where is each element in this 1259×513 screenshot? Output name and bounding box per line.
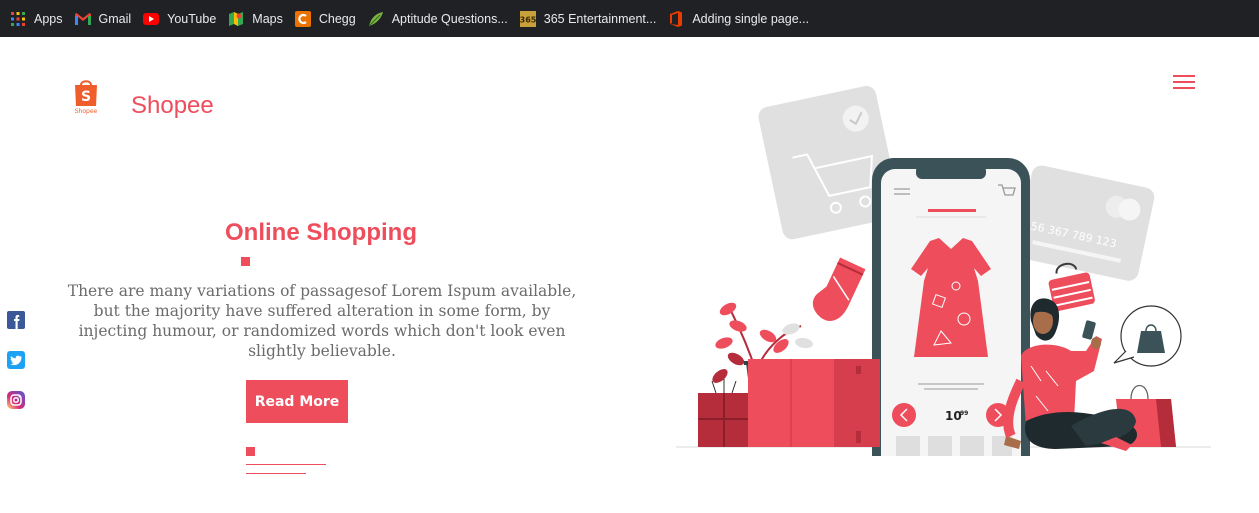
twitter-icon[interactable] (7, 351, 25, 369)
bookmark-aptitude[interactable]: Aptitude Questions... (364, 5, 516, 33)
bookmark-label: Chegg (318, 11, 356, 26)
gmail-icon (74, 11, 91, 27)
leaf-icon (368, 11, 384, 27)
bookmark-label: Maps (252, 11, 283, 26)
bookmark-youtube[interactable]: YouTube (139, 5, 224, 33)
office-icon (668, 10, 684, 27)
shopping-illustration: 56 367 789 123 10 99 (676, 81, 1216, 488)
maps-icon (228, 11, 244, 27)
credit-card-icon: 56 367 789 123 (1015, 165, 1155, 281)
bookmark-label: 365 Entertainment... (543, 11, 657, 26)
bookmark-apps[interactable]: Apps (6, 5, 71, 33)
bookmark-365[interactable]: 365 365 Entertainment... (516, 5, 665, 33)
decorative-line (246, 464, 326, 465)
chegg-icon (294, 10, 311, 27)
shopee-logo[interactable]: S Shopee (72, 77, 100, 115)
hero-description: There are many variations of passagesof … (67, 282, 577, 360)
bookmark-label: Gmail (98, 11, 132, 26)
decorative-square (241, 257, 250, 266)
bookmarks-bar: Apps Gmail YouTube Maps Chegg Aptitude Q (0, 0, 1259, 37)
speech-bubble-icon (1113, 305, 1182, 367)
sock-icon (812, 257, 866, 321)
youtube-icon (143, 11, 160, 27)
apps-grid-icon (10, 11, 26, 27)
bookmark-label: YouTube (167, 11, 217, 26)
bookmark-label: Apps (34, 11, 63, 26)
365-icon: 365 (519, 10, 536, 27)
facebook-icon[interactable] (7, 311, 25, 329)
dress-image (911, 238, 991, 357)
decorative-square (246, 447, 255, 456)
read-more-button[interactable]: Read More (246, 380, 348, 423)
price-cents-label: 99 (960, 410, 968, 417)
bookmark-gmail[interactable]: Gmail (71, 5, 140, 33)
brand-name[interactable]: Shopee (131, 92, 214, 120)
instagram-icon[interactable] (7, 391, 25, 409)
bookmark-chegg[interactable]: Chegg (291, 5, 364, 33)
bookmark-label: Aptitude Questions... (391, 11, 508, 26)
bookmark-maps[interactable]: Maps (224, 5, 291, 33)
logo-letter: S (81, 89, 91, 105)
hero-title: Online Shopping (225, 219, 417, 246)
bookmark-label: Adding single page... (692, 11, 810, 26)
svg-text:365: 365 (520, 15, 536, 24)
landing-page: S Shopee Shopee Online Shopping There ar… (0, 37, 1259, 513)
logo-caption: Shopee (75, 108, 98, 115)
decorative-line (246, 473, 306, 474)
bookmark-office[interactable]: Adding single page... (664, 5, 817, 33)
